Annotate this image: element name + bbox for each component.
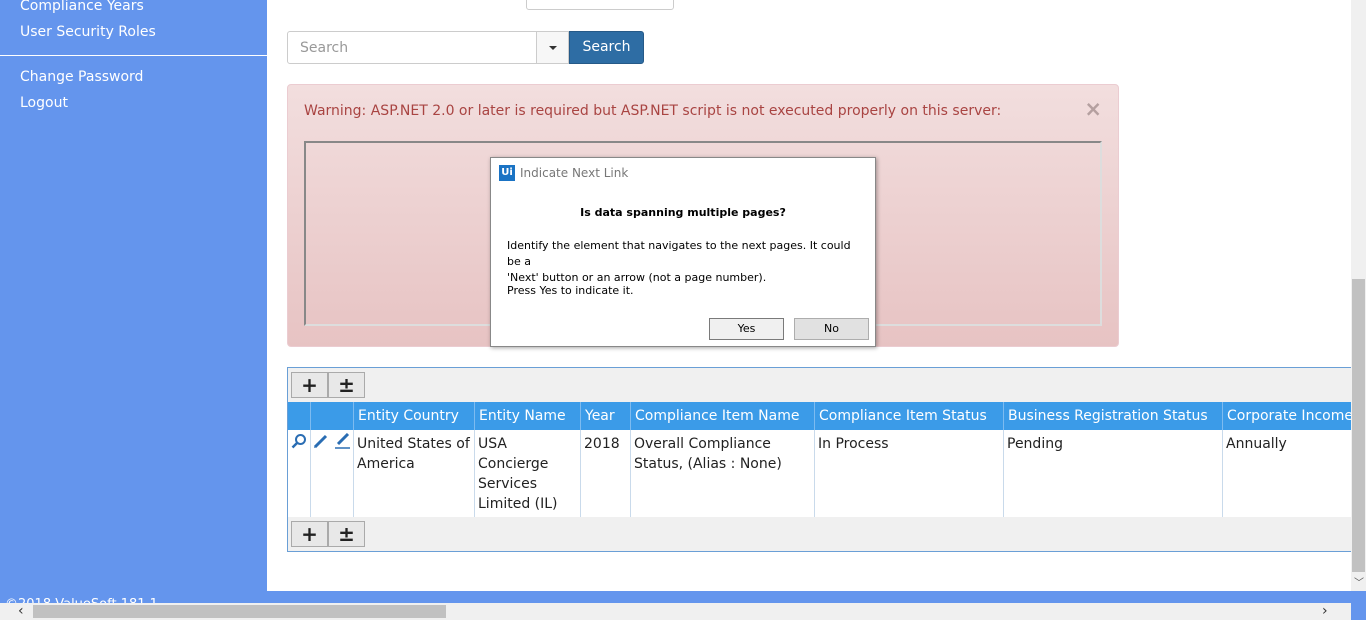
warning-message: Warning: ASP.NET 2.0 or later is require… <box>304 103 1002 119</box>
dialog-heading: Is data spanning multiple pages? <box>580 206 786 219</box>
scroll-down-arrow-icon[interactable]: ﹀ <box>1354 574 1364 589</box>
sidebar-divider <box>0 55 267 56</box>
dialog-instruction: Press Yes to indicate it. <box>507 284 634 297</box>
grid-toolbar-top: + ± <box>288 368 1351 402</box>
cell-entity-name: USA Concierge Services Limited (IL) <box>475 430 581 517</box>
top-select-box[interactable] <box>526 0 674 10</box>
search-button[interactable]: Search <box>569 31 644 64</box>
header-compliance-item-status[interactable]: Compliance Item Status <box>815 402 1004 430</box>
dialog-title: Indicate Next Link <box>520 166 629 180</box>
header-edit-col <box>311 402 354 430</box>
header-corporate-income[interactable]: Corporate Income <box>1223 402 1351 430</box>
close-icon[interactable]: × <box>1084 99 1102 120</box>
header-business-registration-status[interactable]: Business Registration Status <box>1004 402 1223 430</box>
dialog-body-line1: Identify the element that navigates to t… <box>507 239 851 268</box>
cell-view <box>288 430 311 517</box>
grid-toolbar-bottom: + ± <box>288 517 1351 551</box>
upload-button[interactable]: ± <box>328 372 365 398</box>
cell-business-registration-status: Pending <box>1004 430 1223 517</box>
vertical-scrollbar[interactable]: ﹀ <box>1351 0 1366 591</box>
scroll-right-arrow-icon[interactable]: › <box>1322 603 1328 619</box>
cell-edit <box>311 430 354 517</box>
grid-header: Entity Country Entity Name Year Complian… <box>288 402 1351 430</box>
add-row-button-bottom[interactable]: + <box>291 521 328 547</box>
sidebar: Compliance Years User Security Roles Cha… <box>0 0 267 620</box>
header-entity-name[interactable]: Entity Name <box>475 402 581 430</box>
uipath-logo-icon: Ui <box>499 165 515 181</box>
yes-button[interactable]: Yes <box>709 318 784 340</box>
scrollbar-corner <box>1351 591 1366 620</box>
indicate-next-link-dialog: Ui Indicate Next Link Is data spanning m… <box>490 157 876 347</box>
horizontal-scrollbar[interactable]: ‹ › <box>0 603 1351 620</box>
sidebar-item-user-security-roles[interactable]: User Security Roles <box>20 24 156 40</box>
sidebar-item-change-password[interactable]: Change Password <box>20 69 143 85</box>
scroll-left-arrow-icon[interactable]: ‹ <box>18 603 24 619</box>
table-row: United States of America USA Concierge S… <box>288 430 1351 517</box>
search-icon[interactable] <box>291 433 307 454</box>
sidebar-item-logout[interactable]: Logout <box>20 95 68 111</box>
add-row-button[interactable]: + <box>291 372 328 398</box>
cell-corporate-income: Annually <box>1226 436 1287 452</box>
cell-entity-country: United States of America <box>354 430 475 517</box>
header-compliance-item-name[interactable]: Compliance Item Name <box>631 402 815 430</box>
vertical-scroll-thumb[interactable] <box>1352 279 1365 572</box>
dialog-body: Identify the element that navigates to t… <box>507 238 867 286</box>
sidebar-item-compliance-years[interactable]: Compliance Years <box>20 0 144 14</box>
search-dropdown-button[interactable] <box>536 31 569 64</box>
no-button[interactable]: No <box>794 318 869 340</box>
header-view-col <box>288 402 311 430</box>
cell-year: 2018 <box>581 430 631 517</box>
header-entity-country[interactable]: Entity Country <box>354 402 475 430</box>
cell-compliance-item-status: In Process <box>815 430 1004 517</box>
cell-compliance-item-name: Overall Compliance Status, (Alias : None… <box>631 430 815 517</box>
data-grid: + ± Entity Country Entity Name Year Comp… <box>287 367 1351 552</box>
chevron-down-icon <box>549 46 557 50</box>
search-input[interactable]: Search <box>287 31 537 64</box>
header-year[interactable]: Year <box>581 402 631 430</box>
horizontal-scroll-thumb[interactable] <box>33 605 446 618</box>
upload-button-bottom[interactable]: ± <box>328 521 365 547</box>
pencil-icon[interactable] <box>313 433 329 454</box>
edit-underline-icon[interactable] <box>334 432 351 454</box>
